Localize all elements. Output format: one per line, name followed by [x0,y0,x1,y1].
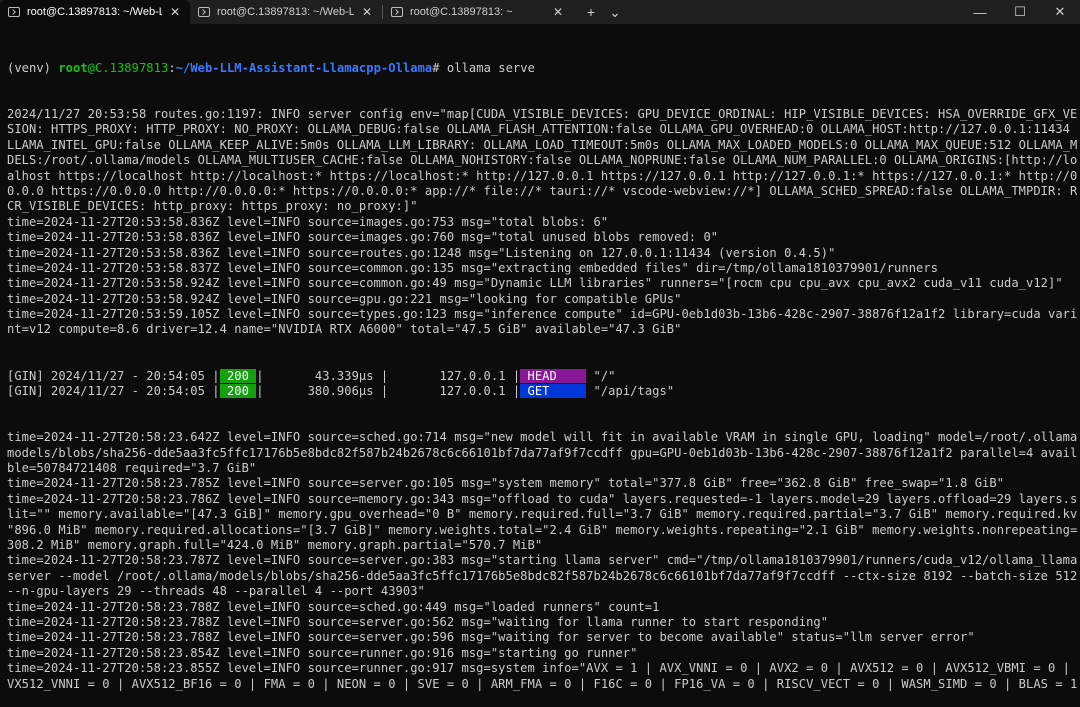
tab-dropdown-button[interactable]: ⌄ [603,0,627,24]
log-line: nt=v12 compute=8.6 driver=12.4 name="NVI… [7,322,682,337]
title-bar: root@C.13897813: ~/Web-LLM ✕ root@C.1389… [0,0,1080,24]
minimize-button[interactable]: — [960,0,1000,24]
chevron-down-icon: ⌄ [609,3,621,20]
log-line: time=2024-11-27T20:58:23.788Z level=INFO… [7,614,829,629]
log-line: time=2024-11-27T20:53:58.924Z level=INFO… [7,276,1063,291]
log-line: lit="" memory.available="[47.3 GiB]" mem… [7,507,1077,522]
log-line: --n-gpu-layers 29 --threads 48 --paralle… [7,584,425,599]
log-line: alhost https://localhost http://localhos… [7,168,1077,183]
tab-3[interactable]: root@C.13897813: ~ ✕ [383,0,573,24]
window-close-button[interactable]: ✕ [1040,0,1080,24]
log-block-model-load: time=2024-11-27T20:58:23.642Z level=INFO… [7,430,1077,692]
log-line: 0.0.0 https://0.0.0.0 http://0.0.0.0:* h… [7,183,1077,198]
gin-log-line: [GIN] 2024/11/27 - 20:54:05 | 200 | 43.3… [7,368,1077,384]
gin-prefix: [GIN] 2024/11/27 - 20:54:05 | [7,384,220,399]
log-line: ble=50784721408 required="3.7 GiB" [7,461,257,476]
log-line: DELS:/root/.ollama/models OLLAMA_MULTIUS… [7,153,1077,168]
plus-icon: + [586,4,596,20]
log-line: time=2024-11-27T20:58:23.642Z level=INFO… [7,430,1077,445]
http-status-badge: 200 [219,368,257,383]
log-line: server --model /root/.ollama/models/blob… [7,568,1077,583]
log-line: CR_VISIBLE_DEVICES: http_proxy: https_pr… [7,199,418,214]
http-method-badge: GET [520,384,587,399]
prompt-host: @C.13897813 [87,60,169,75]
tab-2-title: root@C.13897813: ~/Web-LLM [217,6,354,18]
log-line: LLAMA_INTEL_GPU:false OLLAMA_KEEP_ALIVE:… [7,137,1077,152]
close-icon[interactable]: ✕ [551,5,565,19]
prompt-symbol: # [432,60,447,75]
gin-log-line: [GIN] 2024/11/27 - 20:54:05 | 200 | 380.… [7,384,1077,399]
log-line: time=2024-11-27T20:58:23.854Z level=INFO… [7,645,638,660]
prompt-line: (venv) root@C.13897813:~/Web-LLM-Assista… [7,61,1077,76]
maximize-icon: ☐ [1014,4,1026,19]
venv-label: (venv) [7,60,59,75]
log-line: SION: HTTPS_PROXY: HTTP_PROXY: NO_PROXY:… [7,122,1077,137]
terminal-icon [8,7,20,17]
log-line: time=2024-11-27T20:58:23.788Z level=INFO… [7,599,660,614]
log-line: time=2024-11-27T20:53:58.836Z level=INFO… [7,230,719,245]
tab-2[interactable]: root@C.13897813: ~/Web-LLM ✕ [190,0,382,24]
close-icon: ✕ [1054,4,1066,19]
log-block-startup: 2024/11/27 20:53:58 routes.go:1197: INFO… [7,107,1077,338]
tab-1[interactable]: root@C.13897813: ~/Web-LLM ✕ [0,0,190,24]
http-method-badge: HEAD [520,368,587,383]
new-tab-button[interactable]: + [579,0,603,24]
gin-prefix: [GIN] 2024/11/27 - 20:54:05 | [7,368,220,383]
log-line: time=2024-11-27T20:53:58.836Z level=INFO… [7,245,836,260]
minimize-icon: — [973,4,987,20]
log-line: time=2024-11-27T20:53:58.837Z level=INFO… [7,260,939,275]
terminal-output[interactable]: (venv) root@C.13897813:~/Web-LLM-Assista… [7,30,1077,707]
tab-1-title: root@C.13897813: ~/Web-LLM [27,6,162,18]
log-line: time=2024-11-27T20:53:58.924Z level=INFO… [7,291,682,306]
request-path: "/api/tags" [586,384,675,399]
close-icon[interactable]: ✕ [360,5,374,19]
request-path: "/" [586,368,616,383]
http-status-badge: 200 [219,384,257,399]
log-line: 308.2 MiB" memory.graph.full="424.0 MiB"… [7,538,543,553]
close-icon[interactable]: ✕ [168,5,182,19]
log-line: time=2024-11-27T20:58:23.788Z level=INFO… [7,630,975,645]
log-line: time=2024-11-27T20:58:23.787Z level=INFO… [7,553,1077,568]
tab-3-title: root@C.13897813: ~ [410,6,513,18]
log-line: models/blobs/sha256-dde5aa3fc5ffc17176b5… [7,445,1077,460]
log-line: time=2024-11-27T20:53:58.836Z level=INFO… [7,214,609,229]
prompt-user: root [58,60,88,75]
log-line: time=2024-11-27T20:58:23.785Z level=INFO… [7,476,1005,491]
command-text: ollama serve [446,60,535,75]
log-line: time=2024-11-27T20:53:59.105Z level=INFO… [7,307,1077,322]
prompt-path: ~/Web-LLM-Assistant-Llamacpp-Ollama [175,60,433,75]
log-line: 2024/11/27 20:53:58 routes.go:1197: INFO… [7,107,1077,122]
terminal-icon [198,7,210,17]
maximize-button[interactable]: ☐ [1000,0,1040,24]
terminal-icon [391,7,403,17]
prompt-colon: : [168,60,176,75]
log-line: "896.0 MiB" memory.required.allocations=… [7,522,1077,537]
log-line: time=2024-11-27T20:58:23.855Z level=INFO… [7,661,1077,676]
log-line: VX512_VNNI = 0 | AVX512_BF16 = 0 | FMA =… [7,676,1077,691]
log-line: time=2024-11-27T20:58:23.786Z level=INFO… [7,491,1077,506]
gin-latency-client: | 43.339µs | 127.0.0.1 | [256,368,521,383]
gin-latency-client: | 380.906µs | 127.0.0.1 | [256,384,521,399]
log-block-gin: [GIN] 2024/11/27 - 20:54:05 | 200 | 43.3… [7,368,1077,400]
